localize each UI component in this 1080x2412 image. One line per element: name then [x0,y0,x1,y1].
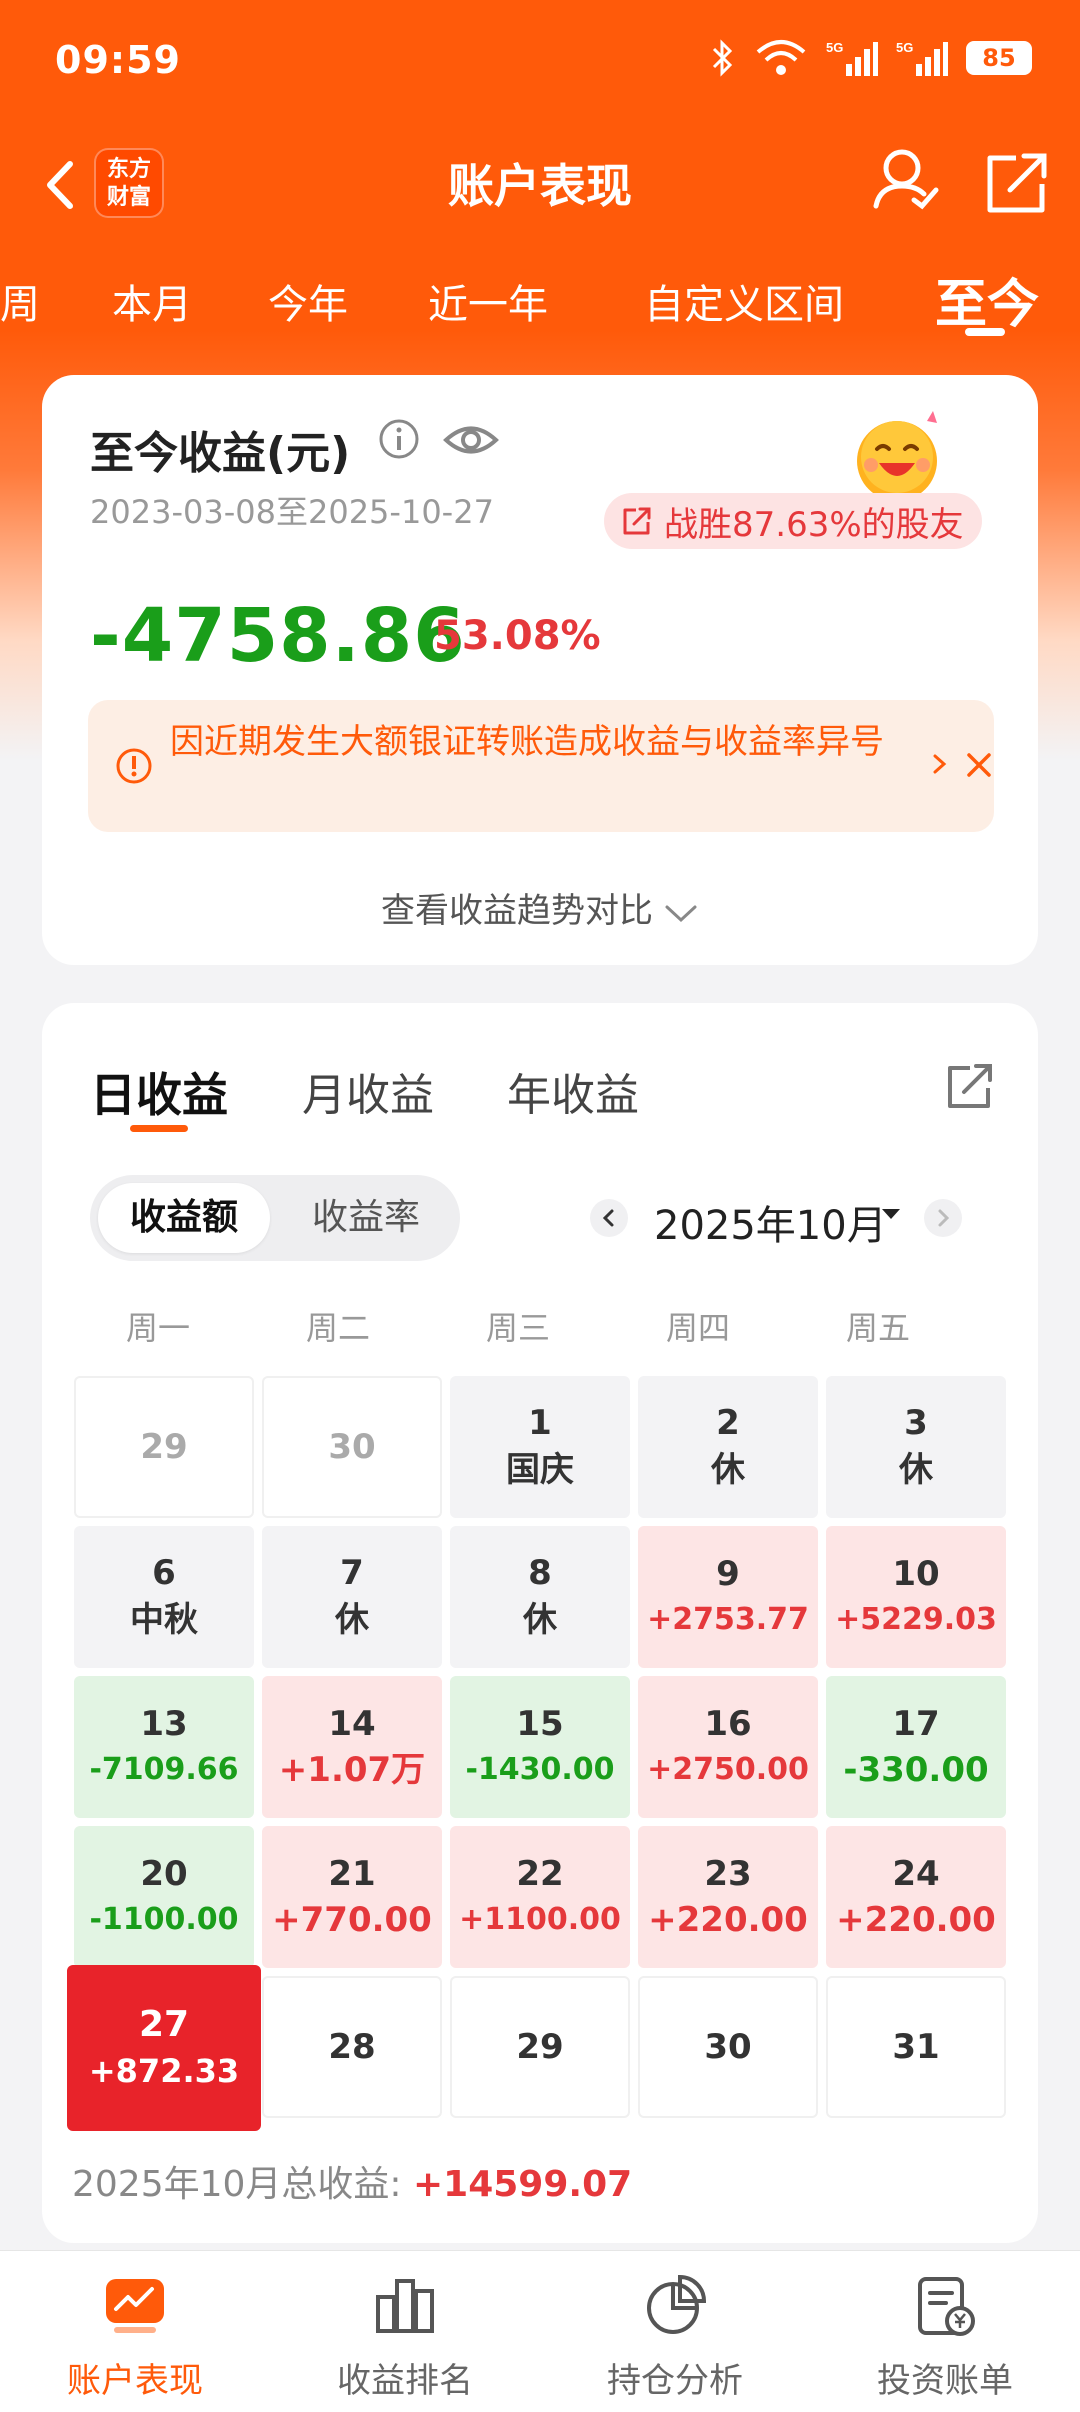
metric-toggle: 收益额 收益率 [90,1175,460,1261]
wifi-icon [756,40,806,75]
bottom-nav: 账户表现 收益排名 持仓分析 投资账单 [0,2250,1080,2412]
warning-icon [116,748,152,784]
share-icon[interactable] [980,140,1050,220]
calendar-day[interactable]: 31 [826,1976,1006,2118]
eye-icon[interactable] [442,415,500,465]
calendar-day[interactable]: 22 +1100.00 [450,1826,630,1968]
weekday-label: 周一 [125,1309,190,1347]
calendar-day[interactable]: 23 +220.00 [638,1826,818,1968]
weekday-label: 周三 [485,1309,550,1347]
calendar-day[interactable]: 9 +2753.77 [638,1526,818,1668]
prev-month-button[interactable] [590,1199,628,1237]
date-range: 2023-03-08至2025-10-27 [90,493,494,531]
tab-yearly-profit[interactable]: 年收益 [507,1059,639,1123]
tab-active-indicator [965,328,1005,336]
header: 东方 财富 账户表现 [0,130,1080,240]
tab-this-year[interactable]: 今年 [268,272,348,330]
chevron-right-icon [938,1209,950,1227]
beat-badge[interactable]: 战胜87.63%的股友 [604,493,982,549]
calendar-day[interactable]: 30 [262,1376,442,1518]
calendar-day-today[interactable]: 27 +872.33 [67,1965,261,2131]
segment-amount[interactable]: 收益额 [98,1183,270,1253]
share-icon-calendar[interactable] [942,1058,998,1114]
calendar-day[interactable]: 21 +770.00 [262,1826,442,1968]
status-bar: 09:59 5G 5G 85 [0,0,1080,120]
calendar-day[interactable]: 17 -330.00 [826,1676,1006,1818]
summary-card: 至今收益(元) 2023-03-08至2025-10-27 战胜87.63%的股… [42,375,1038,965]
calendar-card: 日收益 月收益 年收益 收益额 收益率 2025年10月 周一 周二 周三 周四… [42,1003,1038,2243]
close-icon[interactable] [964,750,994,780]
tab-this-month[interactable]: 本月 [112,272,192,330]
calendar-day[interactable]: 6 中秋 [74,1526,254,1668]
svg-text:5G: 5G [826,40,843,55]
beat-text: 战胜87.63%的股友 [664,504,964,545]
status-time: 09:59 [55,38,181,82]
nav-holdings-analysis[interactable]: 持仓分析 [540,2271,810,2402]
calendar-day[interactable]: 2休 [638,1376,818,1518]
nav-investment-bill[interactable]: 投资账单 [810,2271,1080,2402]
calendar-day[interactable]: 29 [74,1376,254,1518]
tab-to-date[interactable]: 至今 [935,262,1039,337]
nav-account-performance[interactable]: 账户表现 [0,2271,270,2402]
calendar-day[interactable]: 3休 [826,1376,1006,1518]
tab-daily-profit[interactable]: 日收益 [90,1059,228,1125]
user-icon[interactable] [870,140,940,220]
calendar-day[interactable]: 13 -7109.66 [74,1676,254,1818]
bar-chart-icon [376,2279,434,2333]
calendar-day[interactable]: 24 +220.00 [826,1826,1006,1968]
chevron-left-icon [602,1209,614,1227]
calendar-day[interactable]: 28 [262,1976,442,2118]
chevron-down-icon [665,905,697,922]
battery-icon: 85 [966,41,1032,75]
chevron-right-icon[interactable] [930,744,950,784]
status-icons: 5G 5G 85 [710,38,1032,78]
calendar-day[interactable]: 10 +5229.03 [826,1526,1006,1668]
signal-5g-icon-2: 5G [896,40,948,76]
month-total: 2025年10月总收益: +14599.07 [72,2164,633,2205]
weekday-label: 周四 [665,1309,730,1347]
tab-week[interactable]: 周 [0,272,40,330]
weekday-label: 周五 [845,1309,910,1347]
calendar-day[interactable]: 1 国庆 [450,1376,630,1518]
trend-compare-link[interactable]: 查看收益趋势对比 [42,883,1038,932]
performance-icon [106,2279,164,2333]
profit-rate: 53.08% [434,613,601,659]
info-icon[interactable] [377,417,421,461]
tab-last-year[interactable]: 近一年 [428,272,548,330]
calendar-day[interactable]: 15 -1430.00 [450,1676,630,1818]
calendar-day[interactable]: 14 +1.07万 [262,1676,442,1818]
calendar-day[interactable]: 29 [450,1976,630,2118]
caret-down-icon[interactable] [882,1209,900,1219]
nav-profit-ranking[interactable]: 收益排名 [270,2271,540,2402]
signal-5g-icon: 5G [826,40,878,76]
notice-text: 因近期发生大额银证转账造成收益与收益率异号 [170,722,884,762]
month-total-value: +14599.07 [413,2164,633,2205]
calendar-day[interactable]: 16 +2750.00 [638,1676,818,1818]
bluetooth-icon [712,39,733,77]
svg-text:5G: 5G [896,40,913,55]
calendar-day[interactable]: 7休 [262,1526,442,1668]
weekday-label: 周二 [305,1309,370,1347]
mascot-icon [857,411,937,501]
calendar-day[interactable]: 30 [638,1976,818,2118]
month-selector[interactable]: 2025年10月 [654,1193,887,1251]
calendar-day[interactable]: 20 -1100.00 [74,1826,254,1968]
segment-rate[interactable]: 收益率 [280,1183,452,1253]
pie-chart-icon [647,2274,707,2334]
period-tabs: 周 本月 今年 近一年 自定义区间 至今 [0,260,1080,340]
notice-banner[interactable]: 因近期发生大额银证转账造成收益与收益率异号 [88,700,994,832]
total-profit: -4758.86 [90,593,466,679]
calendar-tab-indicator [130,1125,188,1132]
summary-title: 至今收益(元) [90,428,351,479]
tab-custom-range[interactable]: 自定义区间 [644,272,844,330]
calendar-day[interactable]: 8休 [450,1526,630,1668]
share-small-icon [623,507,651,535]
next-month-button[interactable] [924,1199,962,1237]
tab-monthly-profit[interactable]: 月收益 [302,1059,434,1123]
bill-icon [918,2277,975,2336]
